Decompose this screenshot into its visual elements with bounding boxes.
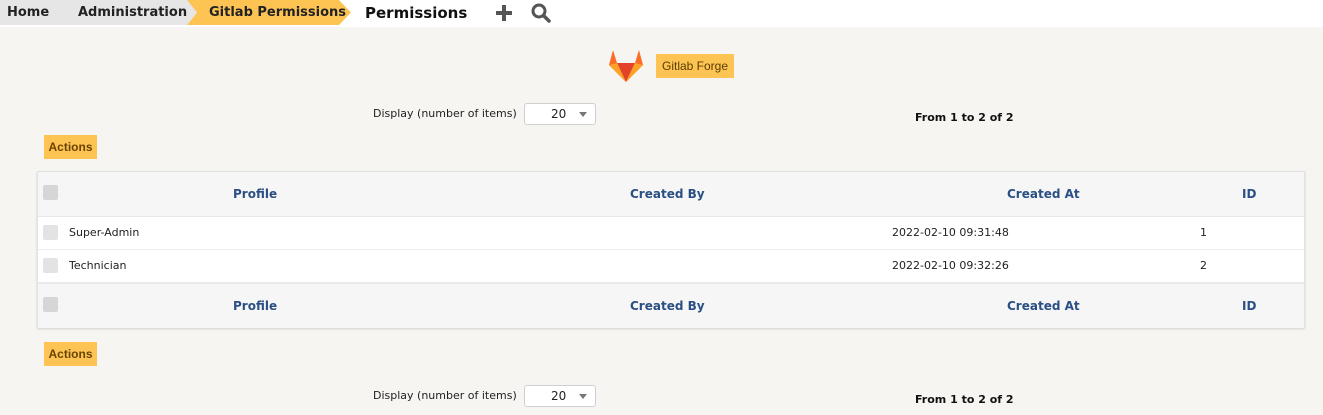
column-header-created-at[interactable]: Created At: [1007, 187, 1080, 201]
select-all-checkbox[interactable]: [43, 185, 58, 200]
display-label-bottom: Display (number of items): [373, 389, 517, 402]
pagination-range-bottom: From 1 to 2 of 2: [915, 393, 1014, 406]
plus-icon[interactable]: [493, 2, 515, 24]
search-icon[interactable]: [530, 2, 552, 24]
items-per-page-value-top: 20: [551, 107, 567, 121]
cell-profile[interactable]: Super-Admin: [69, 226, 139, 239]
column-footer-profile[interactable]: Profile: [233, 299, 277, 313]
column-footer-id[interactable]: ID: [1242, 299, 1256, 313]
actions-button-bottom[interactable]: Actions: [44, 342, 97, 366]
display-label-top: Display (number of items): [373, 107, 517, 120]
column-footer-created-at[interactable]: Created At: [1007, 299, 1080, 313]
chevron-down-icon: [579, 112, 587, 117]
cell-id: 2: [1200, 259, 1207, 272]
column-header-created-by[interactable]: Created By: [630, 187, 705, 201]
actions-button-top[interactable]: Actions: [44, 135, 97, 159]
breadcrumb-home[interactable]: Home: [0, 0, 66, 25]
gitlab-logo-icon: [606, 44, 646, 84]
permissions-table: Profile Created By Created At ID Super-A…: [37, 171, 1305, 328]
row-checkbox[interactable]: [43, 258, 58, 273]
column-header-profile[interactable]: Profile: [233, 187, 277, 201]
items-per-page-select-bottom[interactable]: 20: [524, 385, 596, 407]
top-bar: Home Administration Gitlab Permissions P…: [0, 0, 1323, 27]
breadcrumb-administration-label: Administration: [78, 5, 188, 20]
chevron-down-icon: [579, 394, 587, 399]
column-header-id[interactable]: ID: [1242, 187, 1256, 201]
items-per-page-value-bottom: 20: [551, 389, 567, 403]
forge-label: Gitlab Forge: [656, 54, 735, 78]
column-footer-created-by[interactable]: Created By: [630, 299, 705, 313]
select-all-checkbox-footer[interactable]: [43, 297, 58, 312]
cell-profile[interactable]: Technician: [69, 259, 126, 272]
table-footer-row: Profile Created By Created At ID: [38, 283, 1304, 328]
pagination-range-top: From 1 to 2 of 2: [915, 111, 1014, 124]
page-title: Permissions: [365, 4, 468, 22]
cell-id: 1: [1200, 226, 1207, 239]
cell-created-at: 2022-02-10 09:32:26: [892, 259, 1009, 272]
table-row[interactable]: Super-Admin 2022-02-10 09:31:48 1: [38, 217, 1304, 250]
table-header-row: Profile Created By Created At ID: [38, 172, 1304, 217]
row-checkbox[interactable]: [43, 225, 58, 240]
breadcrumb-gitlab-permissions[interactable]: Gitlab Permissions: [187, 0, 353, 25]
breadcrumb-gitlab-permissions-label: Gitlab Permissions: [209, 5, 347, 20]
table-row[interactable]: Technician 2022-02-10 09:32:26 2: [38, 250, 1304, 283]
cell-created-at: 2022-02-10 09:31:48: [892, 226, 1009, 239]
breadcrumb-administration[interactable]: Administration: [55, 0, 197, 25]
breadcrumb-home-label: Home: [7, 5, 50, 20]
items-per-page-select-top[interactable]: 20: [524, 103, 596, 125]
